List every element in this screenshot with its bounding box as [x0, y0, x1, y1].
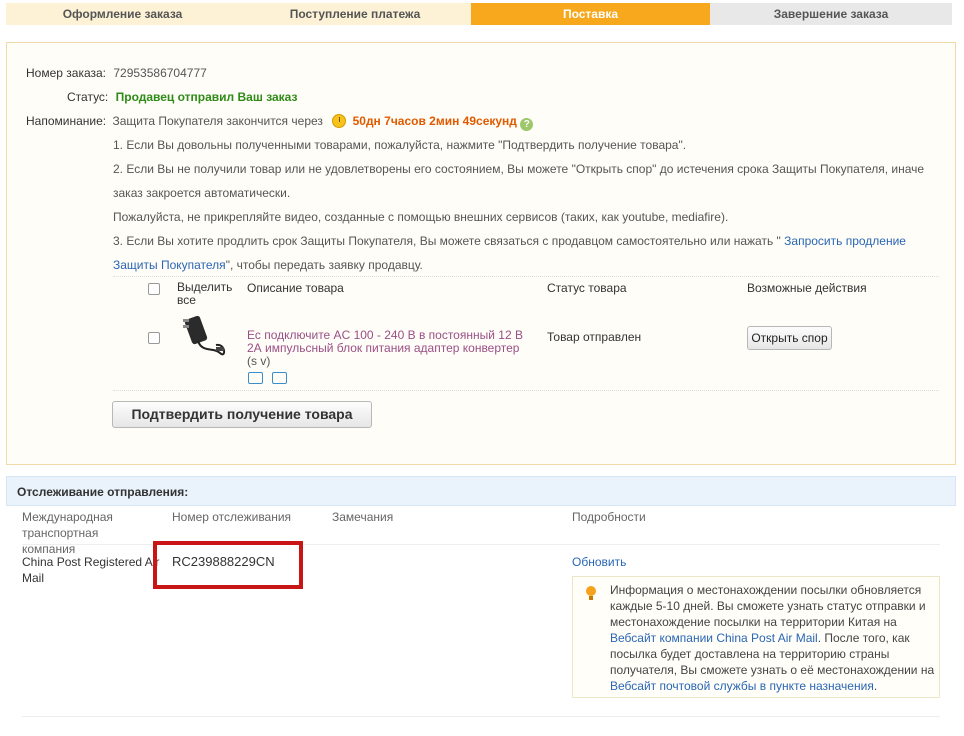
product-title[interactable]: Ес подключите AC 100 - 240 В в постоянны…: [247, 328, 523, 355]
reminder-row: Напоминание: Защита Покупателя закончитс…: [26, 113, 534, 131]
details-header: Подробности: [572, 510, 646, 524]
order-info-panel: Номер заказа: 72953586704777 Статус: Про…: [6, 42, 956, 465]
description-header: Описание товара: [247, 281, 344, 295]
step-shipping: Поставка: [471, 3, 710, 25]
note-3-cont: Защиты Покупателя", чтобы передать заявк…: [113, 257, 423, 273]
item-checkbox[interactable]: [148, 332, 160, 344]
tracking-title: Отслеживание отправления:: [6, 476, 956, 506]
tracking-number-highlight: [153, 541, 303, 589]
shipping-truck-icon[interactable]: [248, 372, 263, 384]
tracking-number-header: Номер отслеживания: [172, 510, 292, 524]
destination-post-website-link[interactable]: Вебсайт почтовой службы в пункте назначе…: [610, 679, 874, 693]
order-number: 72953586704777: [113, 66, 207, 80]
order-progress-steps: Оформление заказа Поступление платежа По…: [6, 3, 952, 25]
step-complete: Завершение заказа: [710, 3, 952, 25]
refresh-tracking-link[interactable]: Обновить: [572, 554, 626, 570]
divider: [113, 276, 939, 277]
protection-timer: 50дн 7часов 2мин 49секунд: [352, 114, 517, 128]
item-status: Товар отправлен: [547, 330, 642, 344]
reminder-label: Напоминание:: [26, 114, 107, 128]
clock-icon: [332, 114, 347, 128]
note-1: 1. Если Вы довольны полученными товарами…: [113, 138, 687, 152]
info-text-3: .: [873, 679, 878, 693]
buyer-protection-link[interactable]: Защиты Покупателя: [113, 258, 226, 272]
step-payment: Поступление платежа: [239, 3, 471, 25]
carrier-name-line2: Mail: [22, 571, 45, 585]
note-2-video: Пожалуйста, не прикрепляйте видео, созда…: [113, 210, 729, 224]
reminder-text: Защита Покупателя закончится через: [112, 114, 323, 128]
info-text-1: Информация о местонахождении посылки обн…: [610, 583, 926, 629]
note-3-text: 3. Если Вы хотите продлить срок Защиты П…: [113, 234, 781, 248]
select-all-label: Выделить все: [177, 280, 233, 307]
note-2-cont: заказ закроется автоматически.: [113, 186, 291, 200]
divider: [113, 390, 939, 391]
tracking-info-box: Информация о местонахождении посылки обн…: [572, 576, 940, 698]
carrier-header: Международная транспортная компания: [22, 510, 113, 556]
divider: [22, 716, 940, 717]
request-extension-link[interactable]: Запросить продление: [784, 234, 906, 248]
product-image[interactable]: [180, 313, 230, 359]
status-label: Статус:: [67, 90, 109, 104]
confirm-receipt-button[interactable]: Подтвердить получение товара: [112, 401, 372, 428]
order-number-label: Номер заказа:: [26, 66, 107, 80]
note-3-end: ", чтобы передать заявку продавцу.: [225, 258, 423, 272]
order-status-row: Статус: Продавец отправил Ваш заказ: [67, 89, 297, 105]
return-icon[interactable]: [272, 372, 287, 384]
carrier-name-line1: China Post Registered Air: [22, 555, 160, 569]
note-2: 2. Если Вы не получили товар или не удов…: [113, 162, 925, 176]
step-order-placed: Оформление заказа: [6, 3, 239, 25]
open-dispute-button[interactable]: Открыть спор: [747, 326, 832, 350]
lightbulb-icon: [586, 586, 596, 600]
item-status-header: Статус товара: [547, 281, 627, 295]
product-description[interactable]: Ес подключите AC 100 - 240 В в постоянны…: [247, 329, 532, 368]
question-icon[interactable]: ?: [520, 118, 534, 131]
order-number-row: Номер заказа: 72953586704777: [26, 65, 207, 81]
actions-header: Возможные действия: [747, 281, 867, 295]
select-all-checkbox[interactable]: [148, 283, 160, 295]
carrier-name: China Post Registered Air Mail: [22, 554, 159, 586]
tracking-panel: Отслеживание отправления: Международная …: [6, 476, 956, 736]
note-3: 3. Если Вы хотите продлить срок Защиты П…: [113, 233, 906, 249]
tracking-info-text: Информация о местонахождении посылки обн…: [610, 582, 935, 694]
order-status: Продавец отправил Ваш заказ: [115, 90, 298, 104]
china-post-website-link[interactable]: Вебсайт компании China Post Air Mail: [610, 631, 818, 645]
remarks-header: Замечания: [332, 510, 394, 524]
product-variant: (s v): [247, 354, 271, 368]
